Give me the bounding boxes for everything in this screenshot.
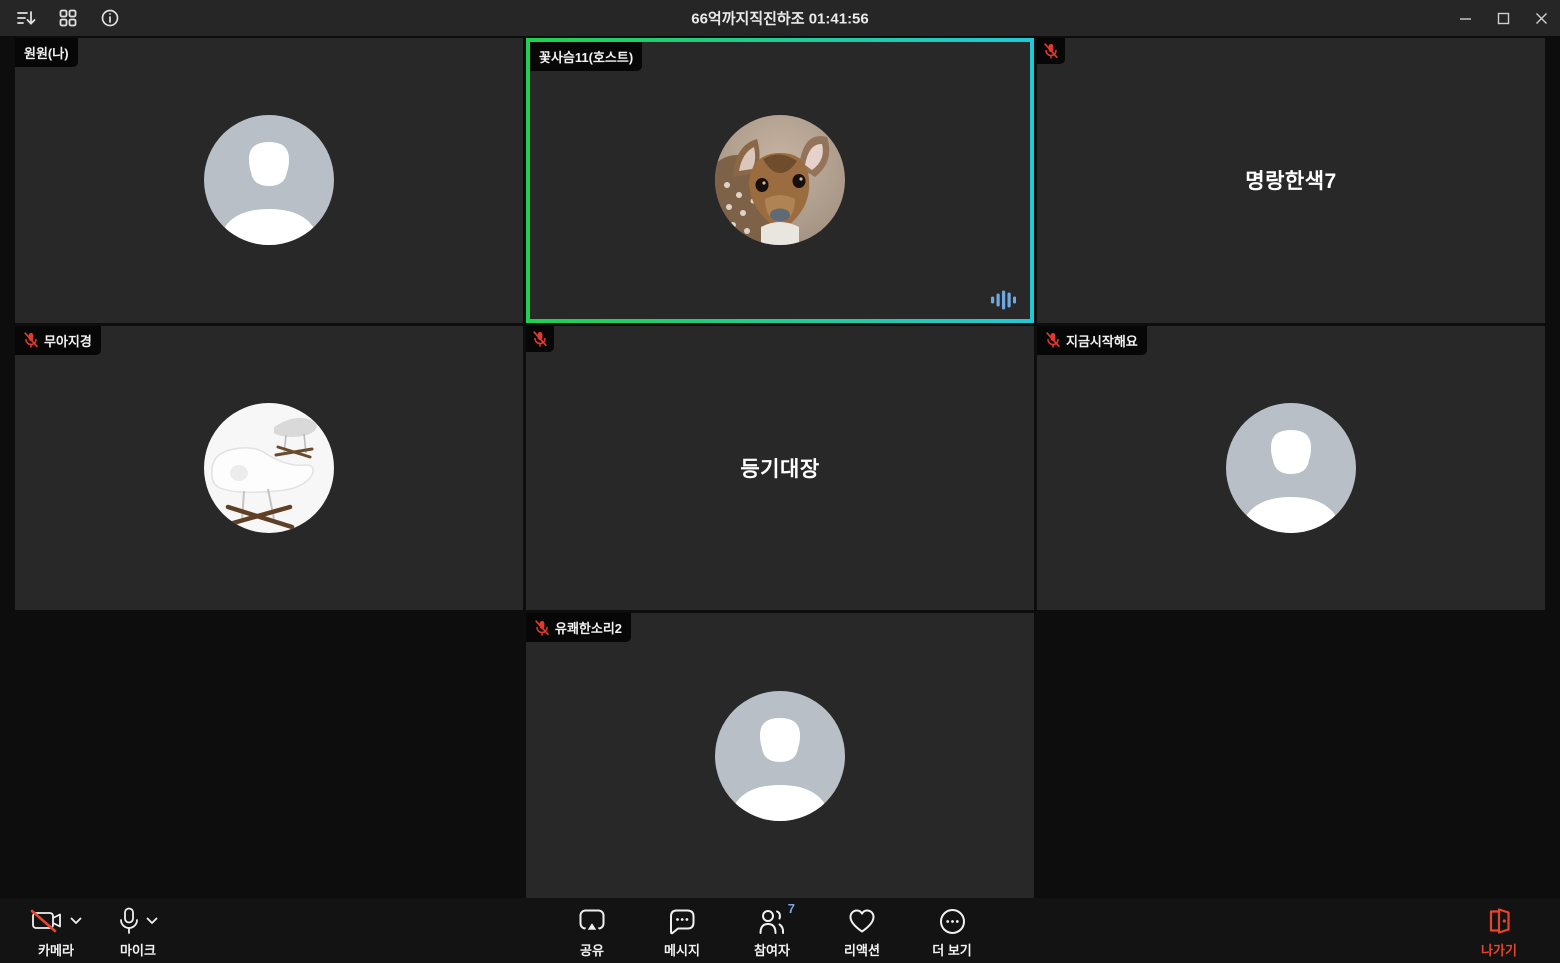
participant-name: 꽃사슴11(호스트) bbox=[539, 47, 633, 66]
mic-muted-icon bbox=[533, 331, 547, 347]
toolbar-left-group: 카메라 마이크 bbox=[30, 898, 158, 959]
screen-share-icon bbox=[578, 908, 606, 934]
video-tile-host-active-speaker[interactable]: 꽃사슴11(호스트) bbox=[526, 38, 1034, 323]
chat-icon bbox=[668, 908, 696, 935]
camera-button[interactable]: 카메라 bbox=[30, 898, 82, 959]
video-grid: 원원(나) 꽃사슴11(호스트) bbox=[15, 38, 1545, 898]
mic-muted-icon bbox=[24, 332, 38, 348]
minimize-icon[interactable] bbox=[1446, 0, 1484, 36]
share-button[interactable]: 공유 bbox=[547, 898, 637, 959]
mic-icon bbox=[118, 907, 140, 935]
participant-name: 유쾌한소리2 bbox=[555, 618, 622, 637]
participant-name-label: 원원(나) bbox=[15, 38, 78, 67]
speaking-waveform-icon bbox=[990, 289, 1016, 311]
avatar bbox=[1226, 403, 1356, 533]
mic-muted-icon bbox=[535, 620, 549, 636]
participant-name: 원원(나) bbox=[24, 43, 69, 62]
control-toolbar: 카메라 마이크 공유 bbox=[0, 898, 1560, 963]
leave-label: 나가기 bbox=[1481, 940, 1517, 959]
participants-label-share: 메시지 bbox=[664, 940, 700, 959]
participant-name-label: 지금시작해요 bbox=[1037, 326, 1147, 355]
mute-status-label bbox=[526, 326, 554, 352]
participants-label: 참여자 bbox=[754, 940, 790, 959]
participant-name: 지금시작해요 bbox=[1066, 331, 1138, 350]
maximize-icon[interactable] bbox=[1484, 0, 1522, 36]
chevron-down-icon[interactable] bbox=[70, 917, 82, 925]
more-button[interactable]: 더 보기 bbox=[907, 898, 997, 959]
participant-name: 무아지경 bbox=[44, 331, 92, 350]
reactions-button[interactable]: 리액션 bbox=[817, 898, 907, 959]
participant-name-center: 등기대장 bbox=[740, 453, 819, 483]
participant-name-center: 명랑한색7 bbox=[1245, 165, 1336, 195]
more-ellipsis-icon bbox=[939, 908, 966, 935]
heart-icon bbox=[848, 908, 876, 934]
window-controls bbox=[1446, 0, 1560, 36]
share-label: 공유 bbox=[580, 940, 604, 959]
mic-button[interactable]: 마이크 bbox=[118, 898, 158, 959]
chevron-down-icon[interactable] bbox=[146, 917, 158, 925]
participants-icon bbox=[758, 908, 786, 935]
titlebar-left-icons bbox=[0, 8, 120, 28]
participants-button[interactable]: 7 참여자 bbox=[727, 898, 817, 959]
close-icon[interactable] bbox=[1522, 0, 1560, 36]
video-tile[interactable]: 명랑한색7 bbox=[1037, 38, 1545, 323]
camera-off-icon bbox=[30, 908, 64, 934]
video-tile[interactable]: 유쾌한소리2 bbox=[526, 613, 1034, 898]
camera-label: 카메라 bbox=[38, 940, 74, 959]
mic-muted-icon bbox=[1044, 43, 1058, 59]
mic-label: 마이크 bbox=[120, 940, 156, 959]
avatar-chair-photo bbox=[204, 403, 334, 533]
grid-view-icon[interactable] bbox=[58, 8, 78, 28]
video-stage: 원원(나) 꽃사슴11(호스트) bbox=[0, 36, 1560, 898]
titlebar: 66억까지직진하조 01:41:56 bbox=[0, 0, 1560, 36]
avatar bbox=[715, 691, 845, 821]
toolbar-right-group: 나가기 bbox=[1460, 898, 1538, 959]
mute-status-label bbox=[1037, 38, 1065, 64]
meeting-title: 66억까지직진하조 01:41:56 bbox=[691, 8, 869, 29]
exit-door-icon bbox=[1486, 908, 1512, 934]
video-tile[interactable]: 지금시작해요 bbox=[1037, 326, 1545, 611]
participant-name-label: 유쾌한소리2 bbox=[526, 613, 631, 642]
participants-count-badge: 7 bbox=[788, 901, 795, 916]
sort-icon[interactable] bbox=[16, 8, 36, 28]
mic-muted-icon bbox=[1046, 332, 1060, 348]
video-tile-self[interactable]: 원원(나) bbox=[15, 38, 523, 323]
more-label: 더 보기 bbox=[932, 940, 972, 959]
leave-button[interactable]: 나가기 bbox=[1460, 898, 1538, 959]
info-icon[interactable] bbox=[100, 8, 120, 28]
video-tile[interactable]: 등기대장 bbox=[526, 326, 1034, 611]
participant-name-label: 꽃사슴11(호스트) bbox=[530, 42, 642, 71]
reactions-label: 리액션 bbox=[844, 940, 880, 959]
toolbar-center-group: 공유 메시지 7 bbox=[547, 898, 997, 959]
video-tile[interactable]: 무아지경 bbox=[15, 326, 523, 611]
avatar bbox=[204, 115, 334, 245]
avatar-deer-photo bbox=[715, 115, 845, 245]
message-button[interactable]: 메시지 bbox=[637, 898, 727, 959]
participant-name-label: 무아지경 bbox=[15, 326, 101, 355]
